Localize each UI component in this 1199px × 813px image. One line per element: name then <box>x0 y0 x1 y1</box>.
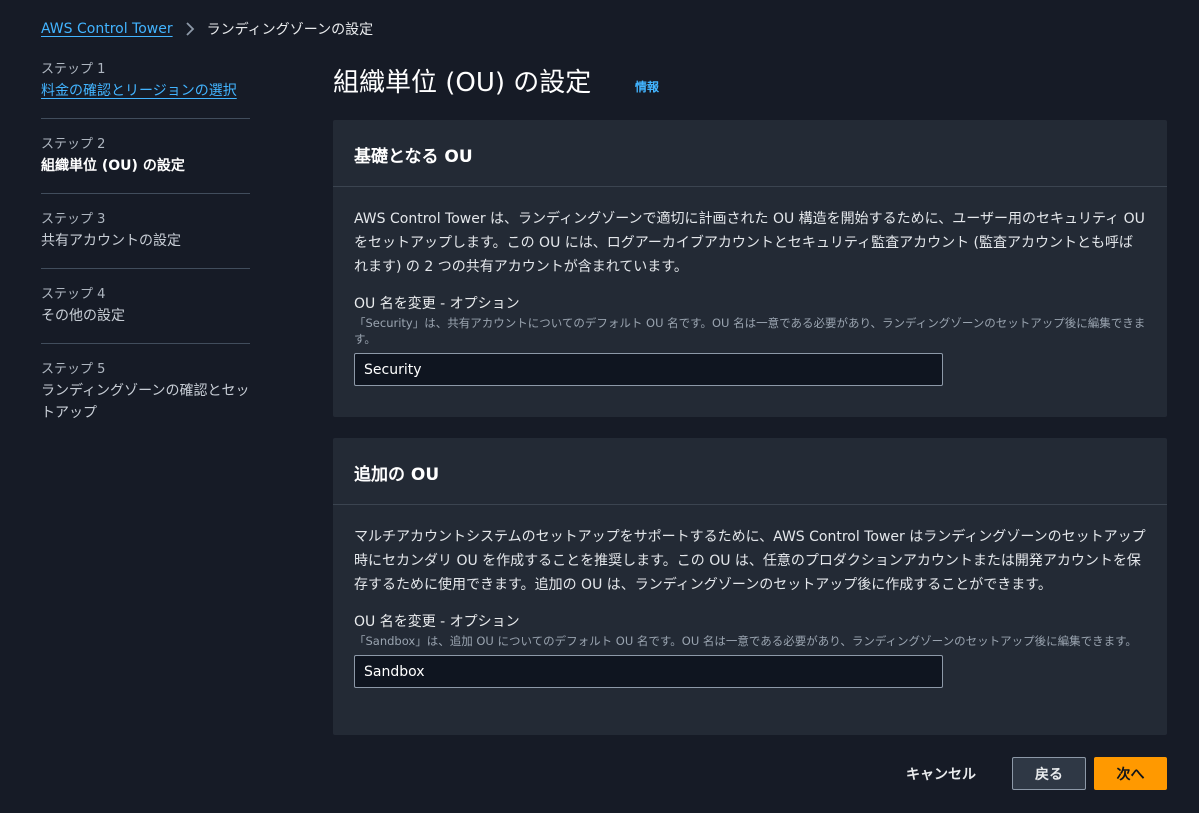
field-label: OU 名を変更 - オプション <box>354 296 520 312</box>
step-2: ステップ 2 組織単位 (OU) の設定 <box>41 135 250 194</box>
field-label: OU 名を変更 - オプション <box>354 614 520 630</box>
step-5: ステップ 5 ランディングゾーンの確認とセットアップ <box>41 360 250 440</box>
panel-body: AWS Control Tower は、ランディングゾーンで適切に計画された O… <box>333 187 1167 407</box>
foundational-ou-panel: 基礎となる OU AWS Control Tower は、ランディングゾーンで適… <box>333 120 1167 417</box>
additional-ou-panel: 追加の OU マルチアカウントシステムのセットアップをサポートするために、AWS… <box>333 438 1167 735</box>
cancel-button[interactable]: キャンセル <box>896 758 986 790</box>
step-current-ou: 組織単位 (OU) の設定 <box>41 158 185 174</box>
step-number: ステップ 5 <box>41 362 106 377</box>
security-ou-name-input[interactable] <box>354 353 943 386</box>
step-1: ステップ 1 料金の確認とリージョンの選択 <box>41 60 250 119</box>
panel-description: AWS Control Tower は、ランディングゾーンで適切に計画された O… <box>354 211 1145 275</box>
wizard-steps: ステップ 1 料金の確認とリージョンの選択 ステップ 2 組織単位 (OU) の… <box>41 60 250 456</box>
step-title-shared-accounts: 共有アカウントの設定 <box>41 233 181 249</box>
step-number: ステップ 1 <box>41 62 106 77</box>
page: AWS Control Tower ランディングゾーンの設定 ステップ 1 料金… <box>0 0 1199 813</box>
step-number: ステップ 3 <box>41 212 106 227</box>
step-title-other-settings: その他の設定 <box>41 308 125 324</box>
panel-title: 基礎となる OU <box>333 120 1167 187</box>
breadcrumb-aws-control-tower[interactable]: AWS Control Tower <box>41 21 173 37</box>
field-hint: 「Security」は、共有アカウントについてのデフォルト OU 名です。OU … <box>354 316 1146 346</box>
next-button[interactable]: 次へ <box>1094 757 1167 790</box>
panel-body: マルチアカウントシステムのセットアップをサポートするために、AWS Contro… <box>333 505 1167 709</box>
page-title: 組織単位 (OU) の設定 <box>333 68 592 98</box>
breadcrumb: AWS Control Tower ランディングゾーンの設定 <box>41 19 373 39</box>
step-number: ステップ 4 <box>41 287 106 302</box>
step-number: ステップ 2 <box>41 137 106 152</box>
step-title-review: ランディングゾーンの確認とセットアップ <box>41 383 250 421</box>
step-3: ステップ 3 共有アカウントの設定 <box>41 210 250 269</box>
sandbox-ou-name-input[interactable] <box>354 655 943 688</box>
back-button[interactable]: 戻る <box>1012 757 1086 790</box>
field-hint: 「Sandbox」は、追加 OU についてのデフォルト OU 名です。OU 名は… <box>354 634 1137 648</box>
info-link[interactable]: 情報 <box>635 78 659 95</box>
chevron-right-icon <box>185 22 195 36</box>
breadcrumb-current: ランディングゾーンの設定 <box>206 22 374 38</box>
panel-title: 追加の OU <box>333 438 1167 505</box>
step-4: ステップ 4 その他の設定 <box>41 285 250 344</box>
step-link-pricing-regions[interactable]: 料金の確認とリージョンの選択 <box>41 80 250 102</box>
panel-description: マルチアカウントシステムのセットアップをサポートするために、AWS Contro… <box>354 529 1146 593</box>
